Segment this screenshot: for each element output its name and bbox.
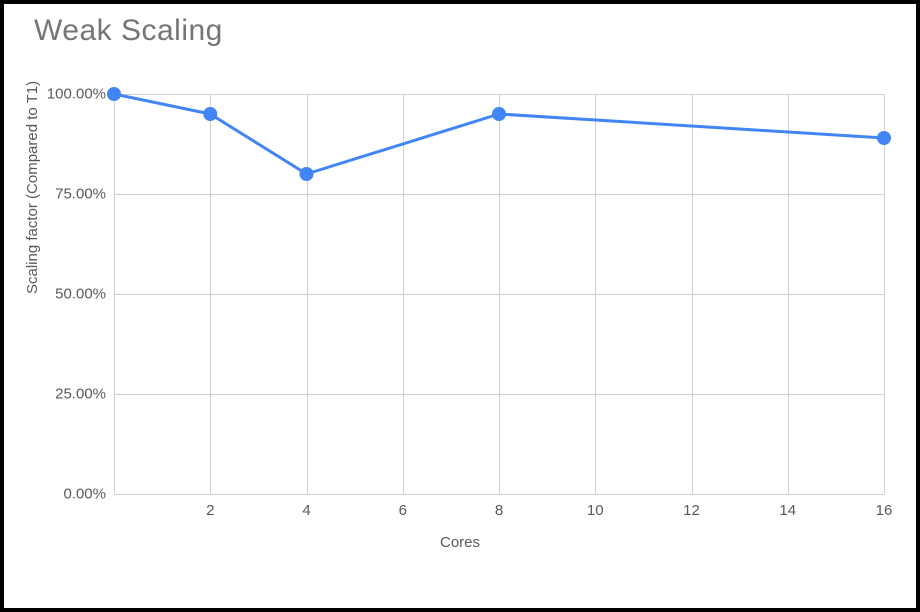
x-tick-label: 6 (399, 502, 407, 519)
chart-container: Weak Scaling Scaling factor (Compared to… (0, 0, 920, 612)
y-tick-label: 75.00% (26, 186, 106, 203)
data-point (107, 87, 121, 101)
y-tick-label: 100.00% (26, 86, 106, 103)
x-tick-label: 12 (683, 502, 700, 519)
plot-area: 100.00% 75.00% 50.00% 25.00% 0.00% 2 4 6… (114, 94, 884, 494)
x-tick-label: 14 (779, 502, 796, 519)
line-series (114, 94, 884, 494)
x-tick-label: 8 (495, 502, 503, 519)
x-tick-label: 10 (587, 502, 604, 519)
gridline-v (884, 94, 885, 494)
data-point (877, 131, 891, 145)
data-point (492, 107, 506, 121)
x-tick-label: 2 (206, 502, 214, 519)
y-tick-label: 25.00% (26, 386, 106, 403)
x-tick-label: 4 (302, 502, 310, 519)
data-point (300, 167, 314, 181)
gridline-h (114, 494, 884, 495)
chart-title: Weak Scaling (34, 14, 223, 48)
data-point (203, 107, 217, 121)
x-axis-label: Cores (4, 534, 916, 551)
y-tick-label: 0.00% (26, 486, 106, 503)
y-tick-label: 50.00% (26, 286, 106, 303)
x-tick-label: 16 (876, 502, 893, 519)
